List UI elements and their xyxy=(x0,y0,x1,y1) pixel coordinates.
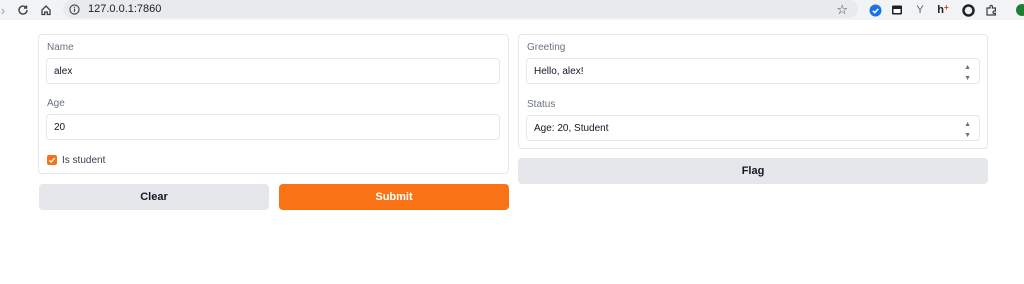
reload-icon[interactable] xyxy=(14,1,32,19)
home-icon[interactable] xyxy=(37,1,55,19)
reader-icon[interactable] xyxy=(889,2,905,18)
greeting-label: Greeting xyxy=(527,42,566,53)
flag-button[interactable]: Flag xyxy=(518,158,988,184)
name-label: Name xyxy=(47,42,74,53)
address-bar[interactable]: 127.0.0.1:7860 ☆ xyxy=(63,0,858,18)
clear-button[interactable]: Clear xyxy=(39,184,269,210)
greeting-output-value: Hello, alex! xyxy=(534,65,584,77)
age-input-value: 20 xyxy=(54,121,66,133)
input-panel xyxy=(38,34,509,174)
status-scroll-arrows[interactable]: ▲ ▼ xyxy=(964,119,971,141)
age-label: Age xyxy=(47,98,65,109)
checkmark-icon xyxy=(48,157,56,164)
status-output-value: Age: 20, Student xyxy=(534,122,609,134)
submit-button[interactable]: Submit xyxy=(279,184,509,210)
student-checkbox-label[interactable]: Is student xyxy=(62,155,105,166)
name-input[interactable]: alex xyxy=(46,58,500,84)
browser-toolbar: › 127.0.0.1:7860 ☆ Y h + xyxy=(0,0,1024,20)
site-info-icon[interactable] xyxy=(69,3,80,15)
greeting-output[interactable]: Hello, alex! ▲ ▼ xyxy=(526,58,980,84)
student-checkbox[interactable] xyxy=(47,155,57,165)
profile-avatar[interactable] xyxy=(1014,2,1024,18)
checkmark-shield-icon[interactable] xyxy=(867,2,883,18)
status-label: Status xyxy=(527,99,556,110)
forward-icon[interactable]: › xyxy=(0,1,12,19)
h-icon[interactable]: h + xyxy=(935,2,951,18)
greeting-scroll-arrows[interactable]: ▲ ▼ xyxy=(964,62,971,84)
y-icon[interactable]: Y xyxy=(912,2,928,18)
puzzle-icon[interactable] xyxy=(983,2,999,18)
circle-icon[interactable] xyxy=(960,2,976,18)
name-input-value: alex xyxy=(54,65,73,77)
age-input[interactable]: 20 xyxy=(46,114,500,140)
url-text: 127.0.0.1:7860 xyxy=(88,3,162,15)
bookmark-star-icon[interactable]: ☆ xyxy=(836,2,848,18)
status-output[interactable]: Age: 20, Student ▲ ▼ xyxy=(526,115,980,141)
